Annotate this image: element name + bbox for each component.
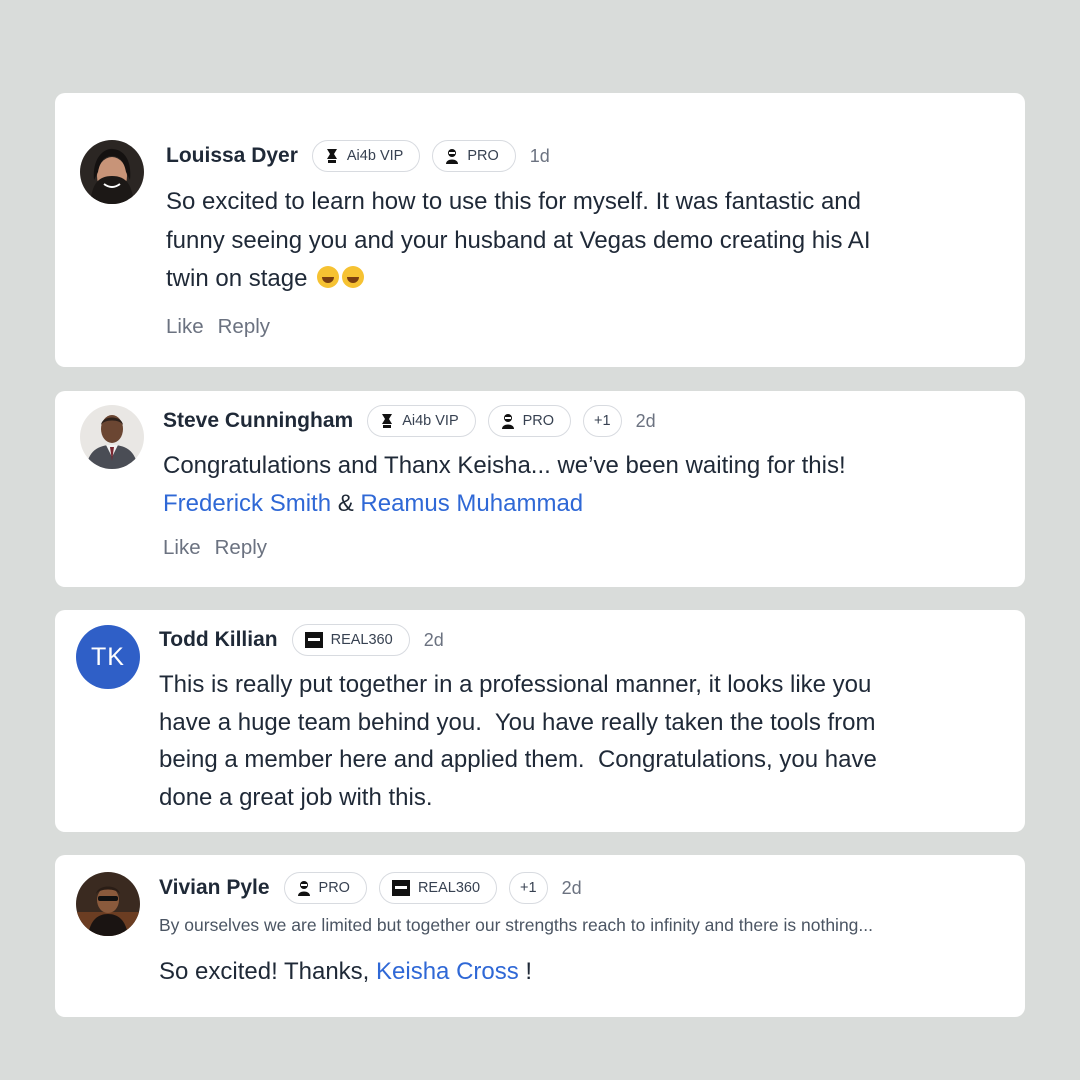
reply-button[interactable]: Reply	[218, 315, 270, 339]
timestamp[interactable]: 2d	[636, 411, 656, 432]
real360-logo-icon	[391, 880, 410, 896]
avatar[interactable]	[76, 872, 140, 936]
comment-line: being a member here and applied them. Co…	[159, 746, 877, 773]
comment-header: Todd Killian REAL360 2d	[159, 624, 444, 656]
avatar[interactable]	[80, 405, 144, 469]
comment-line: So excited to learn how to use this for …	[166, 188, 862, 215]
badge-pro[interactable]: PRO	[432, 140, 516, 172]
vip-trophy-icon	[326, 149, 337, 163]
comment-line: twin on stage	[166, 260, 870, 299]
badge-label: REAL360	[417, 880, 481, 896]
comment-header: Steve Cunningham Ai4b VIP PRO +1 2d	[163, 405, 656, 437]
badge-label: PRO	[522, 413, 555, 429]
mention-link[interactable]: Reamus Muhammad	[360, 490, 583, 517]
vip-trophy-icon	[382, 414, 393, 428]
mention-link[interactable]: Frederick Smith	[163, 490, 331, 517]
avatar[interactable]	[80, 140, 144, 204]
comment-body: So excited! Thanks, Keisha Cross !	[159, 953, 532, 992]
author-bio: By ourselves we are limited but together…	[159, 915, 873, 935]
comment-text: twin on stage	[166, 265, 308, 292]
comment-card: Steve Cunningham Ai4b VIP PRO +1 2d Cong…	[55, 391, 1025, 587]
mention-joiner: &	[331, 489, 361, 517]
comment-card: Louissa Dyer Ai4b VIP PRO 1d So excited …	[55, 93, 1025, 367]
comment-line: Congratulations and Thanx Keisha... we’v…	[163, 452, 846, 479]
author-name[interactable]: Steve Cunningham	[163, 409, 353, 433]
badge-label: PRO	[467, 148, 499, 164]
pro-avatar-icon	[501, 414, 514, 429]
comment-body: So excited to learn how to use this for …	[166, 183, 870, 299]
badge-ai4b-vip[interactable]: Ai4b VIP	[367, 405, 476, 437]
pro-avatar-icon	[297, 881, 310, 896]
rolling-on-floor-laughing-emoji	[317, 266, 340, 288]
comment-header: Louissa Dyer Ai4b VIP PRO 1d	[166, 140, 550, 172]
badge-real360[interactable]: REAL360	[291, 624, 410, 656]
comment-line: funny seeing you and your husband at Veg…	[166, 226, 871, 254]
badge-label: PRO	[318, 880, 350, 896]
comment-line: done a great job with this.	[159, 783, 433, 811]
avatar[interactable]: TK	[76, 625, 140, 689]
more-badges-count[interactable]: +1	[583, 405, 622, 437]
comment-body: Congratulations and Thanx Keisha... we’v…	[163, 447, 846, 522]
rolling-on-floor-laughing-emoji	[342, 266, 365, 288]
badge-pro[interactable]: PRO	[283, 872, 367, 904]
badge-ai4b-vip[interactable]: Ai4b VIP	[311, 140, 421, 172]
more-badges-count[interactable]: +1	[509, 872, 548, 904]
timestamp[interactable]: 1d	[530, 146, 550, 167]
badge-label: Ai4b VIP	[346, 148, 404, 164]
comment-line: This is really put together in a profess…	[159, 671, 872, 698]
comment-body: This is really put together in a profess…	[159, 666, 877, 816]
reply-button[interactable]: Reply	[215, 536, 267, 560]
badge-label: REAL360	[330, 632, 393, 648]
comment-text: So excited! Thanks,	[159, 958, 377, 985]
badge-pro[interactable]: PRO	[487, 405, 572, 437]
comment-line: Frederick Smith & Reamus Muhammad	[163, 485, 846, 523]
comment-card: TK Todd Killian REAL360 2d This is reall…	[55, 610, 1025, 832]
pro-avatar-icon	[446, 149, 459, 164]
like-button[interactable]: Like	[166, 315, 204, 339]
badge-real360[interactable]: REAL360	[378, 872, 498, 904]
comment-line: have a huge team behind you. You have re…	[159, 708, 876, 736]
like-button[interactable]: Like	[163, 536, 201, 560]
author-name[interactable]: Louissa Dyer	[166, 144, 298, 168]
real360-logo-icon	[304, 632, 323, 648]
comment-actions: Like Reply	[166, 315, 270, 339]
comment-card: Vivian Pyle PRO REAL360 +1 2d By ourselv…	[55, 855, 1025, 1017]
comment-text: !	[518, 958, 533, 985]
author-name[interactable]: Todd Killian	[159, 628, 278, 652]
timestamp[interactable]: 2d	[424, 630, 444, 651]
comment-header: Vivian Pyle PRO REAL360 +1 2d	[159, 872, 582, 904]
author-name[interactable]: Vivian Pyle	[159, 876, 270, 900]
mention-link[interactable]: Keisha Cross	[376, 958, 519, 985]
timestamp[interactable]: 2d	[562, 878, 582, 899]
comment-actions: Like Reply	[163, 536, 267, 560]
badge-label: Ai4b VIP	[402, 413, 459, 429]
